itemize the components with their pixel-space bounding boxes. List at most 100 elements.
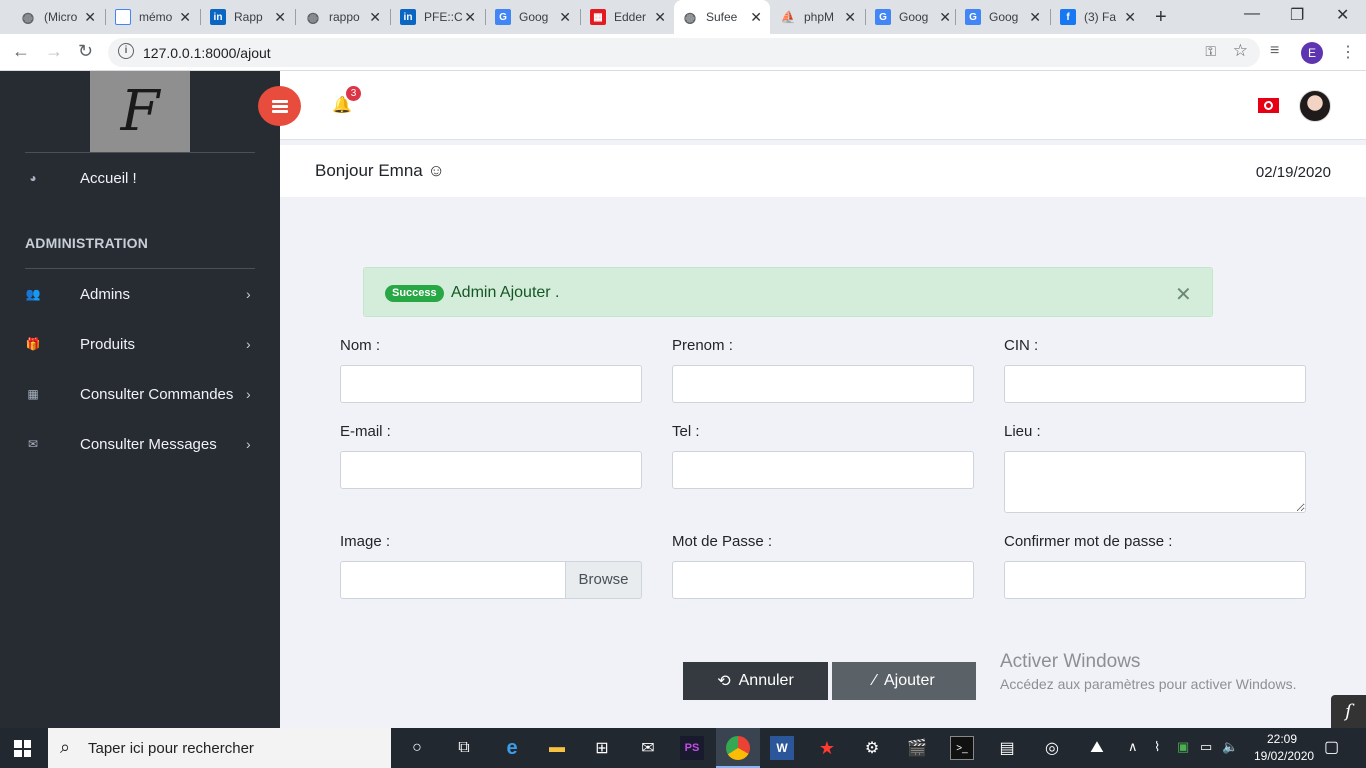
chrome-icon[interactable] xyxy=(726,736,750,760)
chevron-right-icon: › xyxy=(246,386,251,402)
close-icon[interactable]: ✕ xyxy=(654,9,666,26)
url-omnibox[interactable]: i 127.0.0.1:8000/ajout ⚿ ☆ xyxy=(108,38,1260,67)
image-label: Image : xyxy=(340,533,391,550)
edge-icon[interactable]: e xyxy=(500,736,524,760)
logo[interactable]: F xyxy=(90,71,190,152)
new-tab-icon[interactable]: + xyxy=(1155,6,1167,29)
close-window-icon[interactable]: ✕ xyxy=(1336,5,1349,25)
close-icon[interactable]: ✕ xyxy=(939,9,951,26)
volume-icon[interactable]: 🔈 xyxy=(1222,739,1238,755)
close-icon[interactable]: ✕ xyxy=(750,9,762,26)
browser-tab[interactable]: ◍ rappo ✕ xyxy=(297,0,389,34)
tel-input[interactable] xyxy=(672,451,974,489)
browser-tab[interactable]: ⛵ phpM ✕ xyxy=(772,0,864,34)
sidebar-item-commandes[interactable]: ▦ Consulter Commandes › xyxy=(0,374,280,414)
lieu-textarea[interactable] xyxy=(1004,451,1306,513)
url-text[interactable]: 127.0.0.1:8000/ajout xyxy=(143,45,271,61)
image-file-input[interactable] xyxy=(340,561,566,599)
media-player-icon[interactable]: ◎ xyxy=(1040,736,1064,760)
close-icon[interactable]: ✕ xyxy=(464,9,476,26)
taskbar-search[interactable]: ⌕ Taper ici pour rechercher xyxy=(48,728,391,768)
nom-input[interactable] xyxy=(340,365,642,403)
confirm-password-input[interactable] xyxy=(1004,561,1306,599)
close-icon[interactable]: ✕ xyxy=(844,9,856,26)
store-icon[interactable]: ⊞ xyxy=(590,736,614,760)
info-icon[interactable]: i xyxy=(118,43,134,59)
sidebar-item-label: Consulter Messages xyxy=(80,435,217,453)
chevron-up-icon[interactable]: ∧ xyxy=(1128,739,1138,755)
maximize-icon[interactable]: ❐ xyxy=(1290,5,1304,25)
video-editor-icon[interactable]: 🎬 xyxy=(905,736,929,760)
linkedin-icon: in xyxy=(400,9,416,25)
media-icon[interactable]: ≡ xyxy=(1270,42,1279,60)
cin-label: CIN : xyxy=(1004,337,1039,354)
battery-icon[interactable]: ▭ xyxy=(1200,739,1212,755)
photos-icon[interactable]: ⛰ xyxy=(1085,736,1109,760)
browser-tab[interactable]: f (3) Fa ✕ xyxy=(1052,0,1144,34)
close-icon[interactable]: ✕ xyxy=(274,9,286,26)
taskbar-clock[interactable]: 22:09 19/02/2020 xyxy=(1254,731,1314,765)
cortana-icon[interactable]: ○ xyxy=(405,736,429,760)
browser-tab[interactable]: G Goog ✕ xyxy=(867,0,959,34)
user-avatar[interactable] xyxy=(1299,90,1331,122)
grid-icon: ▦ xyxy=(590,9,606,25)
top-header: 🔔 3 xyxy=(258,71,1366,140)
prenom-input[interactable] xyxy=(672,365,974,403)
phpstorm-icon[interactable]: PS xyxy=(680,736,704,760)
windows-start-icon[interactable] xyxy=(14,740,31,757)
back-icon[interactable]: ← xyxy=(12,41,30,62)
browser-tab[interactable]: mémo ✕ xyxy=(107,0,199,34)
notifications-icon[interactable]: ▢ xyxy=(1324,737,1339,757)
close-icon[interactable]: ✕ xyxy=(369,9,381,26)
star-app-icon[interactable]: ★ xyxy=(815,736,839,760)
file-explorer-icon[interactable]: ▬ xyxy=(545,736,569,760)
close-icon[interactable]: ✕ xyxy=(179,9,191,26)
symfony-toolbar-icon[interactable]: ſ xyxy=(1331,695,1366,728)
sidebar-item-messages[interactable]: ✉ Consulter Messages › xyxy=(0,424,280,464)
browse-button[interactable]: Browse xyxy=(565,561,642,599)
menu-toggle-button[interactable] xyxy=(258,86,301,126)
task-view-icon[interactable]: ⧉ xyxy=(452,736,476,760)
reload-icon[interactable]: ↻ xyxy=(78,41,93,62)
email-input[interactable] xyxy=(340,451,642,489)
annuler-label: Annuler xyxy=(738,672,794,689)
calculator-icon[interactable]: ▤ xyxy=(995,736,1019,760)
browser-tab[interactable]: in PFE::C ✕ xyxy=(392,0,484,34)
tab-title: Rapp xyxy=(234,10,263,24)
ajouter-label: Ajouter xyxy=(883,672,935,689)
wifi-icon[interactable]: ⌇ xyxy=(1154,739,1160,755)
star-icon[interactable]: ☆ xyxy=(1233,41,1248,61)
sidebar-item-produits[interactable]: 🎁 Produits › xyxy=(0,324,280,364)
browser-tab[interactable]: ▦ Edder ✕ xyxy=(582,0,674,34)
close-icon[interactable]: ✕ xyxy=(1175,282,1192,307)
close-icon[interactable]: ✕ xyxy=(1029,9,1041,26)
browser-tab[interactable]: in Rapp ✕ xyxy=(202,0,294,34)
tab-title: PFE::C xyxy=(424,10,462,24)
security-icon[interactable]: ▣ xyxy=(1177,739,1189,755)
password-input[interactable] xyxy=(672,561,974,599)
mail-icon[interactable]: ✉ xyxy=(636,736,660,760)
close-icon[interactable]: ✕ xyxy=(1124,9,1136,26)
close-icon[interactable]: ✕ xyxy=(559,9,571,26)
key-icon[interactable]: ⚿ xyxy=(1205,43,1216,60)
cin-input[interactable] xyxy=(1004,365,1306,403)
sidebar-section-heading: ADMINISTRATION xyxy=(25,235,149,251)
browser-tab[interactable]: ◍ (Micro ✕ xyxy=(12,0,104,34)
profile-avatar[interactable]: E xyxy=(1301,42,1323,64)
browser-tab[interactable]: G Goog ✕ xyxy=(487,0,579,34)
tab-title: Sufee xyxy=(706,10,738,24)
browser-tab[interactable]: G Goog ✕ xyxy=(957,0,1049,34)
annuler-button[interactable]: ⟲ Annuler xyxy=(683,662,828,700)
word-icon[interactable]: W xyxy=(770,736,794,760)
settings-gear-icon[interactable]: ⚙ xyxy=(860,736,884,760)
forward-icon[interactable]: → xyxy=(45,41,63,62)
close-icon[interactable]: ✕ xyxy=(84,9,96,26)
tunisia-flag-icon[interactable] xyxy=(1258,98,1279,113)
ajouter-button[interactable]: ⁄ Ajouter xyxy=(832,662,976,700)
menu-dots-icon[interactable]: ⋮ xyxy=(1340,42,1356,62)
minimize-icon[interactable]: — xyxy=(1244,5,1260,23)
browser-tab-active[interactable]: ◍ Sufee ✕ xyxy=(674,0,770,34)
sidebar-item-admins[interactable]: 👥 Admins › xyxy=(0,274,280,314)
sidebar-item-accueil[interactable]: ◕ Accueil ! xyxy=(0,158,280,198)
terminal-icon[interactable]: >_ xyxy=(950,736,974,760)
